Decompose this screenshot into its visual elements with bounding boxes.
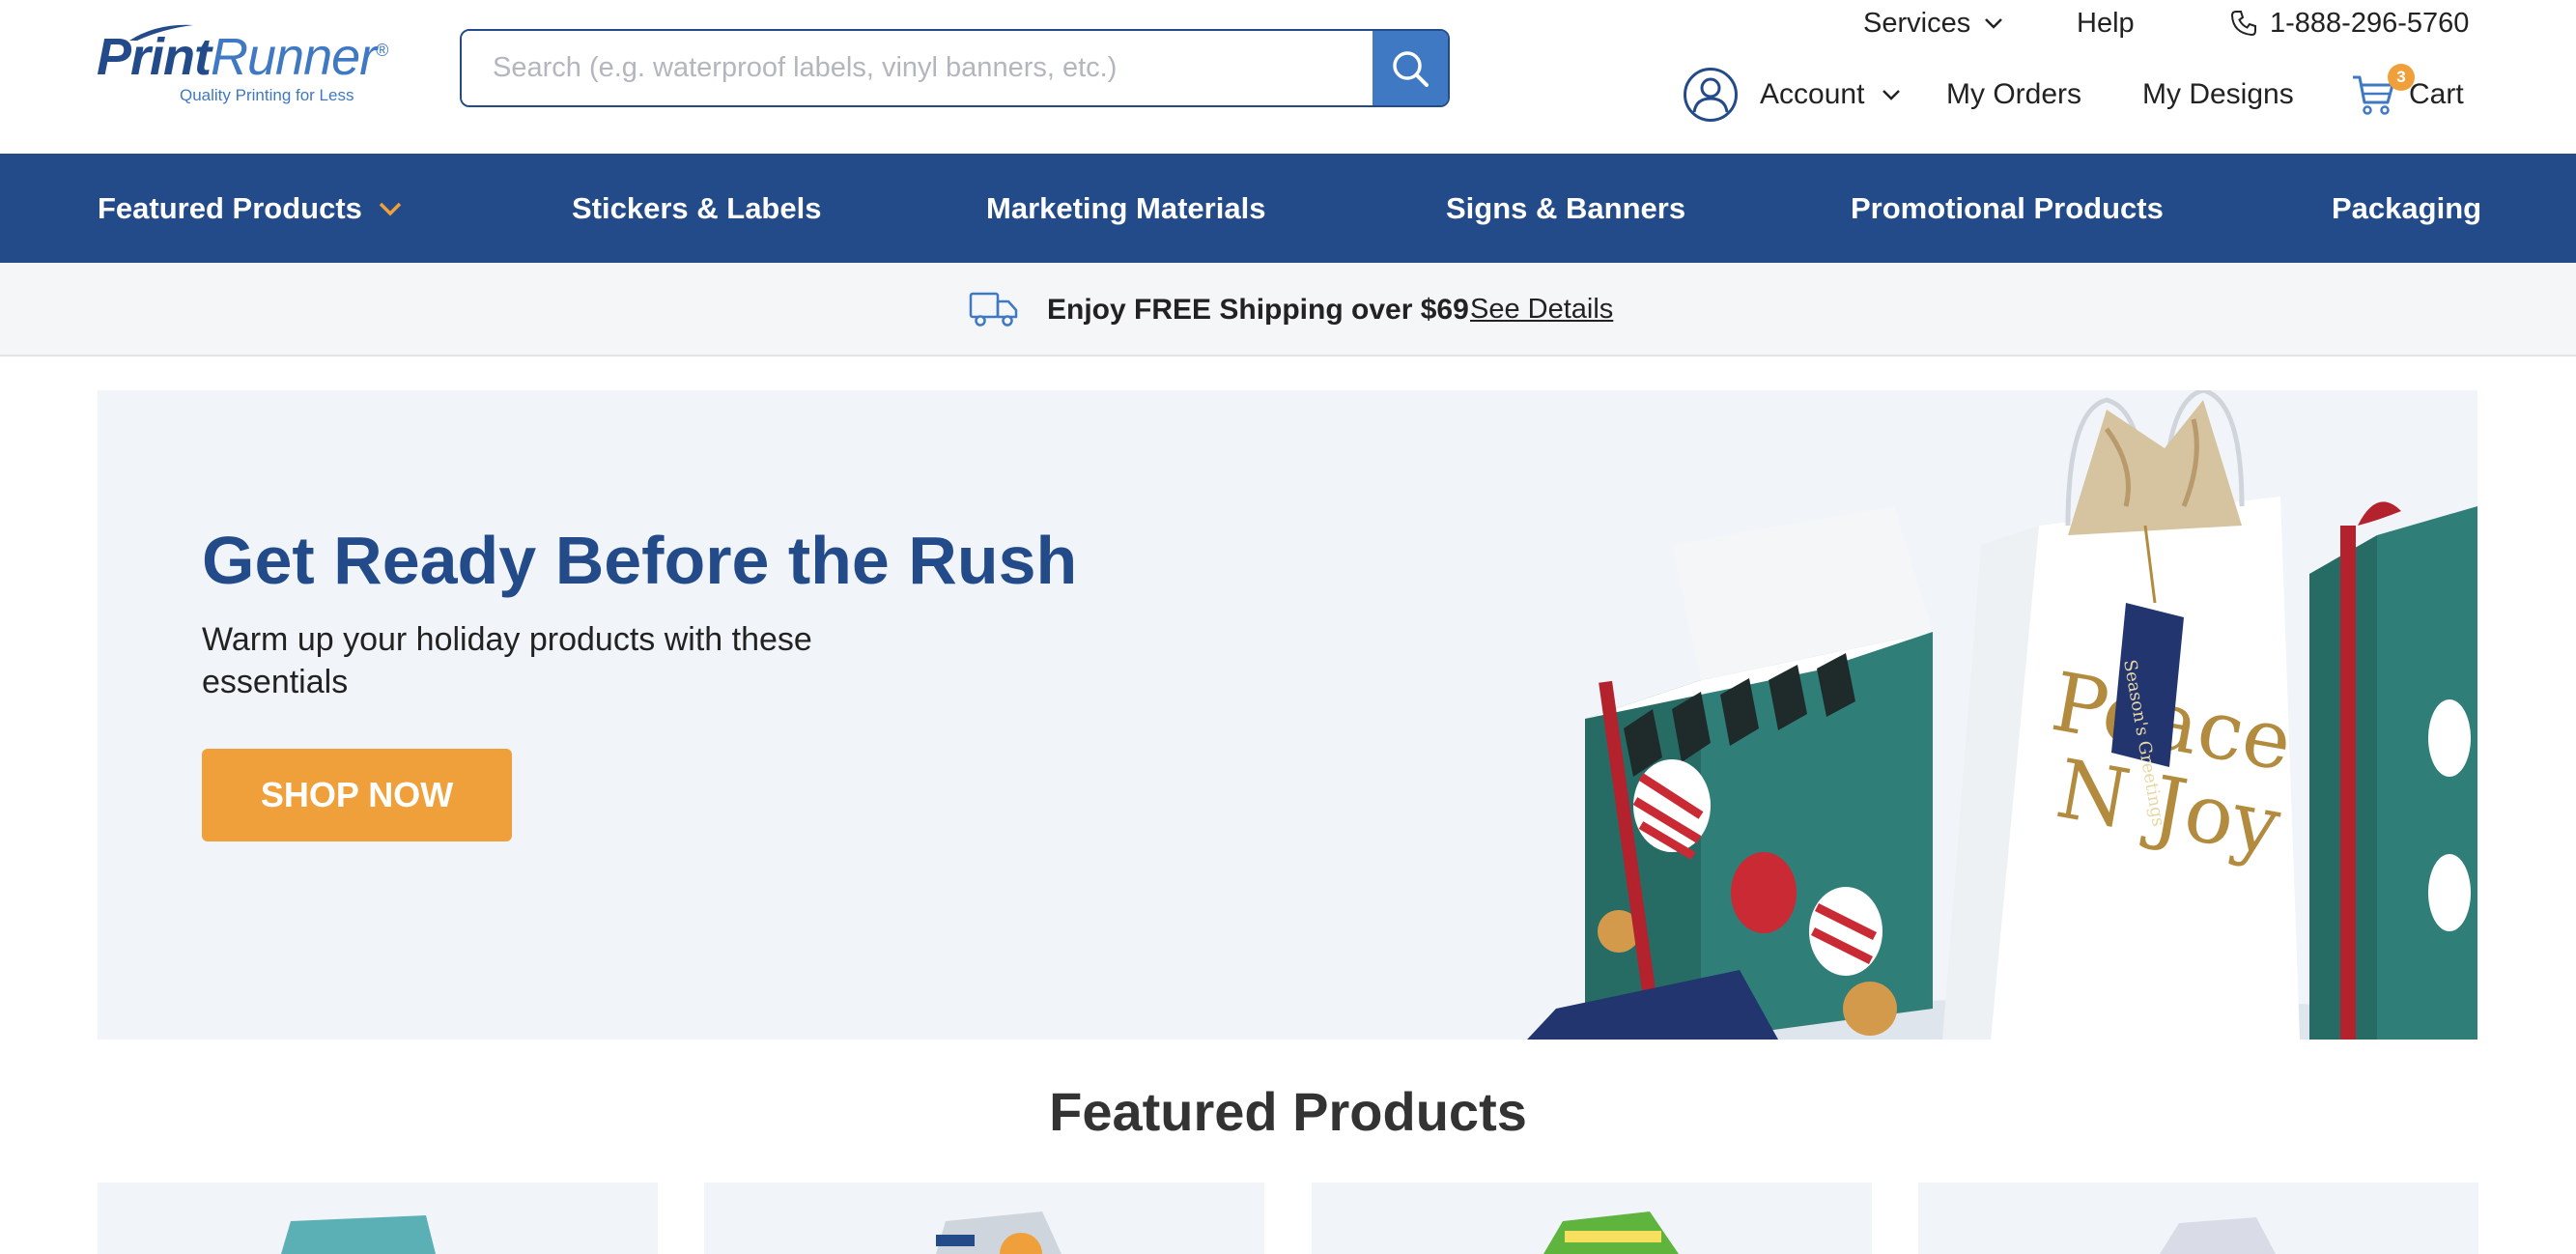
cart-label: Cart (2409, 78, 2464, 110)
search-input[interactable] (462, 31, 1373, 105)
product-thumbnail (936, 1211, 1062, 1254)
help-link[interactable]: Help (2077, 4, 2135, 43)
free-shipping-message: Enjoy FREE Shipping over $69 (1047, 293, 1469, 326)
category-nav: Featured Products Stickers & Labels Mark… (0, 154, 2576, 263)
product-card[interactable] (98, 1183, 658, 1254)
delivery-truck-icon (969, 292, 1018, 327)
product-thumbnail (2160, 1217, 2276, 1254)
services-label: Services (1863, 7, 1971, 39)
search-icon (1393, 50, 1429, 87)
my-orders-link[interactable]: My Orders (1946, 71, 2081, 118)
search-bar (460, 29, 1450, 107)
logo-word-print: Print (97, 28, 212, 86)
search-button[interactable] (1373, 31, 1448, 105)
shop-now-button[interactable]: SHOP NOW (202, 749, 512, 841)
shipping-banner: Enjoy FREE Shipping over $69 See Details (0, 263, 2576, 356)
my-designs-link[interactable]: My Designs (2142, 71, 2294, 118)
chevron-down-icon (1882, 90, 1901, 100)
product-card[interactable] (1918, 1183, 2478, 1254)
logo-tagline: Quality Printing for Less (180, 86, 354, 104)
see-details-link[interactable]: See Details (1470, 263, 1613, 356)
product-card[interactable] (1312, 1183, 1872, 1254)
hero-banner: Get Ready Before the Rush Warm up your h… (98, 390, 2477, 1040)
white-shopping-bag: Peace N Joy Season's Greetings (1942, 390, 2300, 1040)
account-menu[interactable]: Account (1683, 68, 1901, 122)
teal-gift-box-right (2309, 501, 2477, 1040)
holiday-packaging-image: Peace N Joy Season's Greetings (1527, 390, 2477, 1040)
hero-subtitle: Warm up your holiday products with these… (202, 621, 812, 700)
category-signs-banners[interactable]: Signs & Banners (1446, 154, 1685, 263)
logo-wordmark: PrintRunner® (97, 27, 388, 87)
category-stickers-labels[interactable]: Stickers & Labels (572, 154, 821, 263)
product-card[interactable] (704, 1183, 1264, 1254)
printrunner-logo[interactable]: PrintRunner® Quality Printing for Less (97, 24, 388, 108)
account-label: Account (1760, 78, 1865, 110)
site-header: PrintRunner® Quality Printing for Less S… (0, 0, 2576, 154)
logo-word-runner: Runner (211, 28, 377, 86)
category-label: Featured Products (98, 190, 362, 225)
phone-link[interactable]: 1-888-296-5760 (2229, 4, 2469, 43)
category-marketing-materials[interactable]: Marketing Materials (986, 154, 1265, 263)
featured-products-heading: Featured Products (1049, 1081, 1527, 1142)
teal-open-box (1527, 506, 1933, 1040)
hero-title: Get Ready Before the Rush (202, 523, 1078, 598)
chevron-down-icon (1985, 18, 2003, 29)
services-menu[interactable]: Services (1863, 4, 2003, 43)
product-thumbnail (281, 1215, 436, 1254)
product-thumbnail (1543, 1211, 1679, 1254)
category-packaging[interactable]: Packaging (2332, 154, 2481, 263)
cart-count-badge: 3 (2388, 64, 2415, 91)
category-promotional-products[interactable]: Promotional Products (1851, 154, 2164, 263)
chevron-down-icon (379, 202, 402, 215)
phone-icon (2230, 11, 2256, 37)
phone-number: 1-888-296-5760 (2270, 7, 2470, 39)
user-avatar-icon (1684, 68, 1738, 122)
logo-registered-mark: ® (376, 41, 388, 60)
category-featured-products[interactable]: Featured Products (98, 154, 403, 263)
